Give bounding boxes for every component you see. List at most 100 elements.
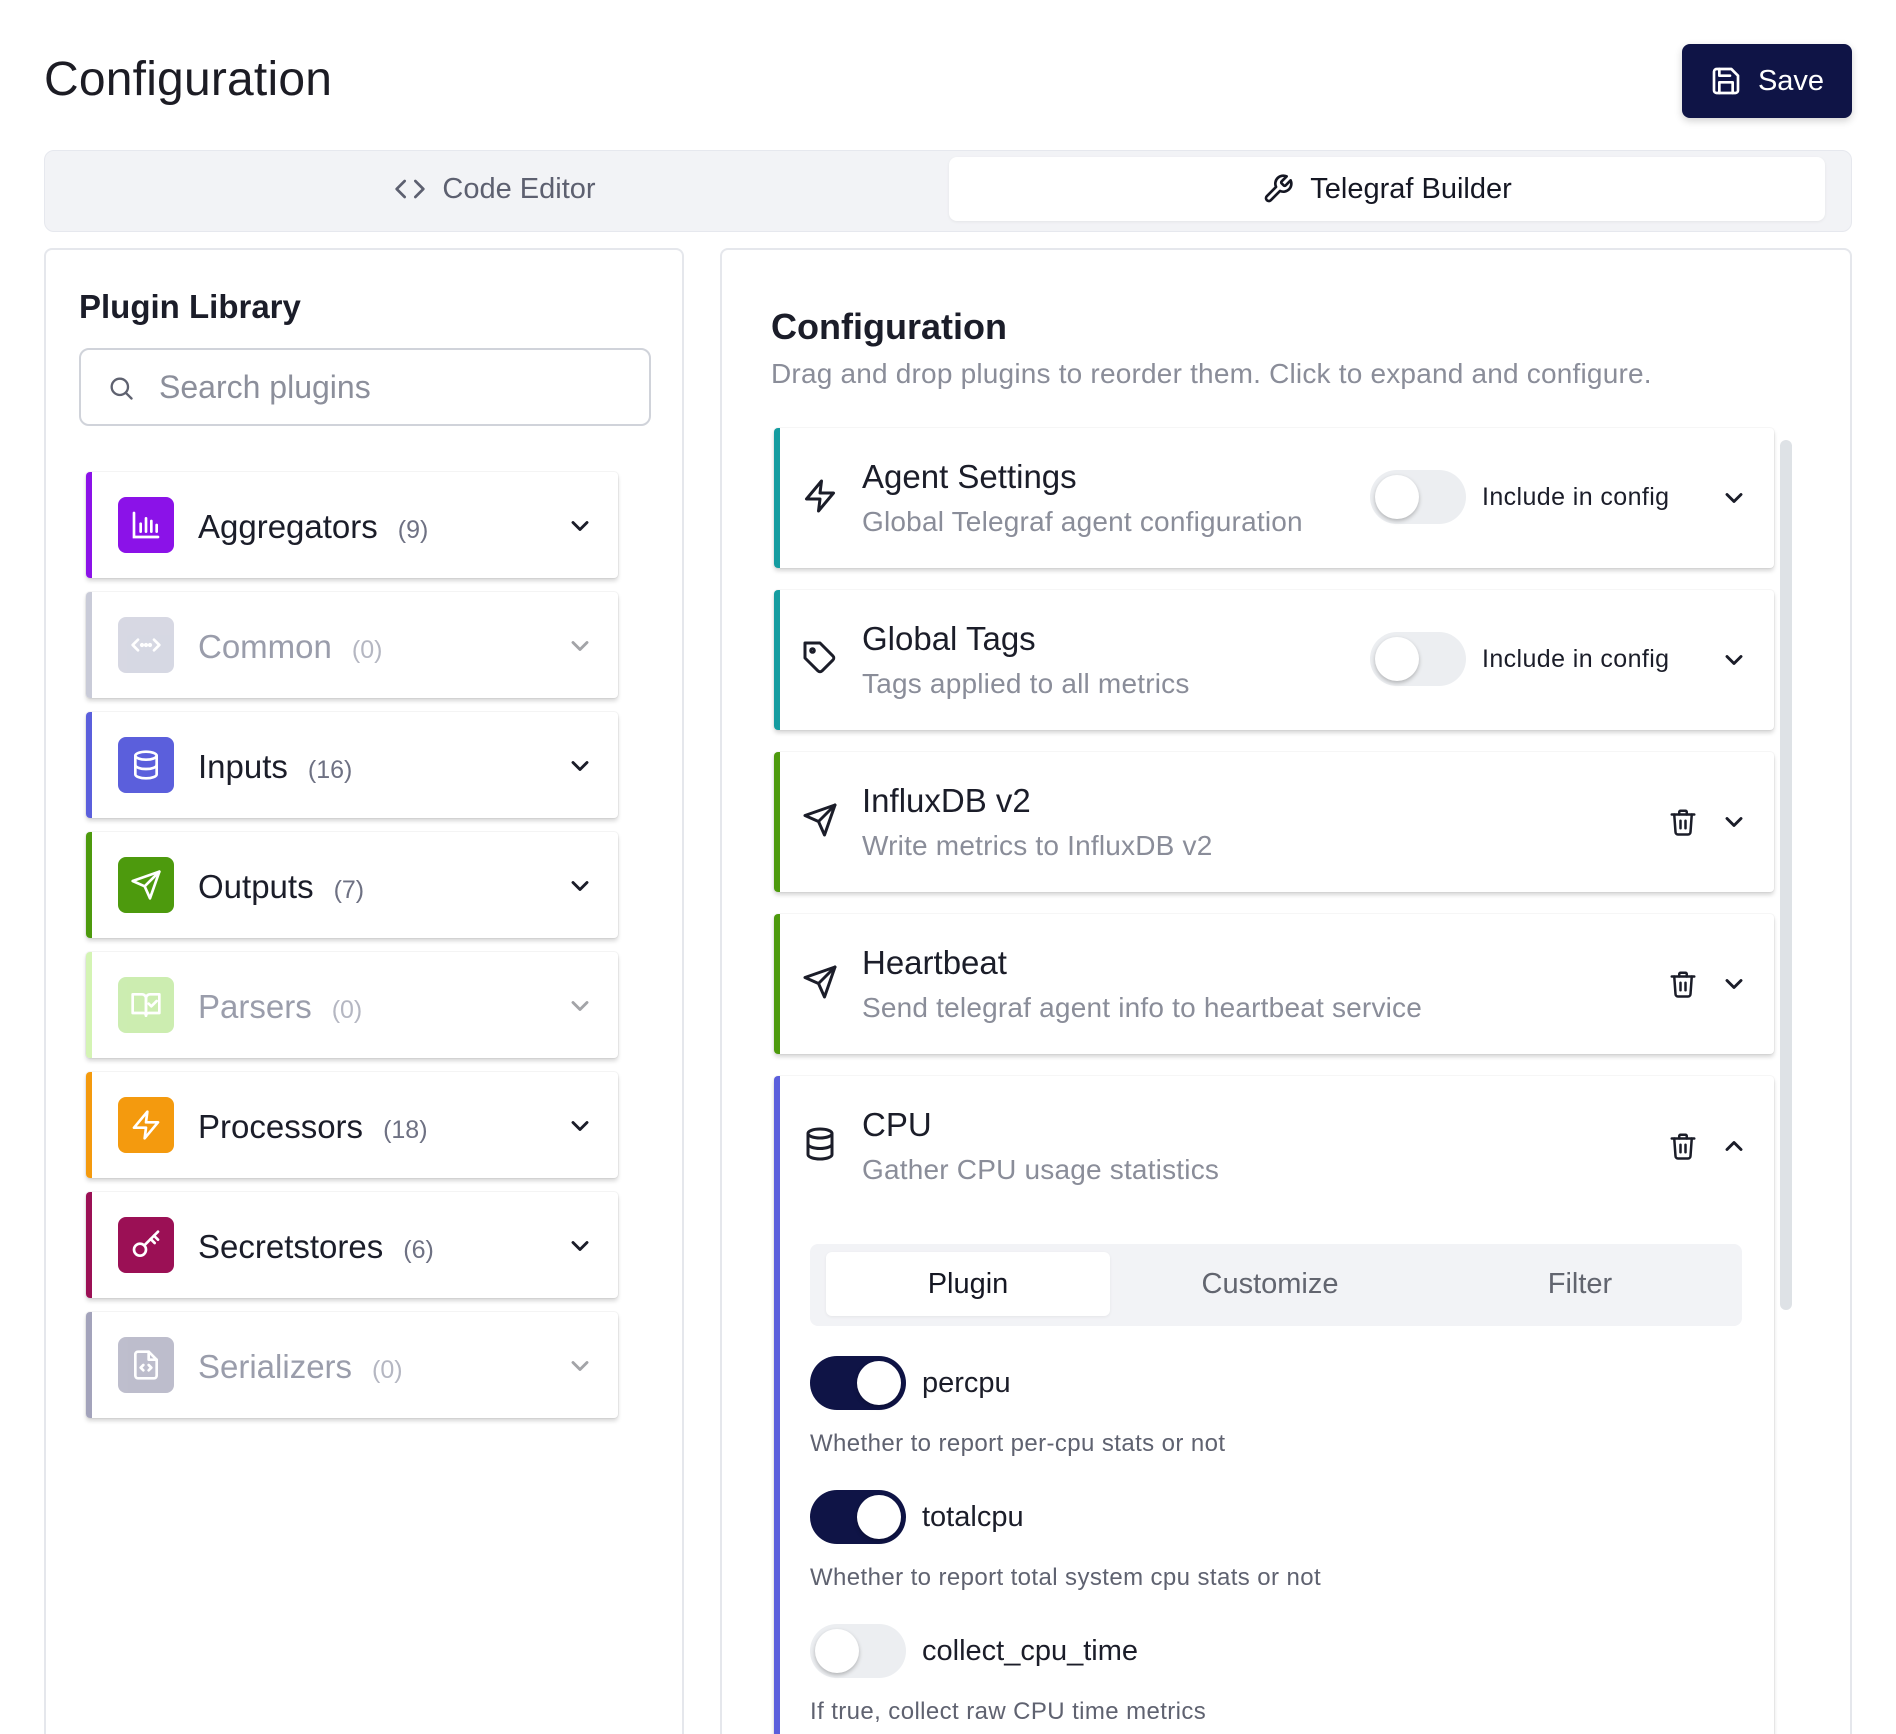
category-count: (9) xyxy=(397,516,429,544)
category-outputs[interactable]: Outputs (7) xyxy=(86,832,618,938)
tab-telegraf-builder[interactable]: Telegraf Builder xyxy=(949,157,1825,221)
toggle-knob xyxy=(1375,475,1419,519)
toggle-knob xyxy=(815,1629,859,1673)
trash-icon[interactable] xyxy=(1668,968,1698,1000)
chevron-down-icon xyxy=(571,1241,589,1251)
tab-code-editor[interactable]: Code Editor xyxy=(53,157,937,221)
save-button[interactable]: Save xyxy=(1682,44,1852,118)
totalcpu-toggle[interactable] xyxy=(810,1490,906,1544)
category-name: Serializers (0) xyxy=(198,1348,403,1385)
tab-telegraf-builder-label: Telegraf Builder xyxy=(1310,172,1512,205)
book-icon xyxy=(118,977,174,1033)
category-parsers[interactable]: Parsers (0) xyxy=(86,952,618,1058)
tab-filter[interactable]: Filter xyxy=(1430,1252,1730,1316)
chevron-down-icon xyxy=(571,1361,589,1371)
chevron-down-icon[interactable] xyxy=(1720,970,1748,998)
category-accent-bar xyxy=(86,1192,92,1298)
plugin-accent-bar xyxy=(774,428,780,568)
include-in-config-toggle[interactable] xyxy=(1370,632,1466,686)
save-button-label: Save xyxy=(1757,64,1825,97)
include-in-config-toggle[interactable] xyxy=(1370,470,1466,524)
category-name: Common (0) xyxy=(198,628,383,665)
database-icon xyxy=(806,1127,834,1161)
include-in-config: Include in config xyxy=(1370,632,1669,686)
chevron-down-icon xyxy=(571,641,589,651)
configuration-title: Configuration xyxy=(771,306,1007,347)
category-serializers[interactable]: Serializers (0) xyxy=(86,1312,618,1418)
plugin-accent-bar xyxy=(774,914,780,1054)
category-common[interactable]: Common (0) xyxy=(86,592,618,698)
chevron-down-icon xyxy=(571,1001,589,1011)
code-icon xyxy=(395,179,426,199)
tag-icon xyxy=(803,641,836,674)
collect-cpu-time-toggle[interactable] xyxy=(810,1624,906,1678)
scrollbar[interactable] xyxy=(1780,440,1792,1310)
plugin-description: Global Telegraf agent configuration xyxy=(862,506,1303,537)
zap-icon xyxy=(805,479,835,513)
option-description: Whether to report per-cpu stats or not xyxy=(810,1430,1226,1457)
percpu-toggle[interactable] xyxy=(810,1356,906,1410)
category-name: Outputs (7) xyxy=(198,868,365,905)
trash-icon[interactable] xyxy=(1668,806,1698,838)
category-count: (16) xyxy=(307,756,353,784)
plugin-title: Heartbeat xyxy=(862,944,1007,981)
category-accent-bar xyxy=(86,952,92,1058)
plugin-accent-bar xyxy=(774,752,780,892)
category-count: (7) xyxy=(333,876,365,904)
category-count: (18) xyxy=(383,1116,428,1144)
toggle-knob xyxy=(857,1495,901,1539)
plugin-card-agent-settings[interactable]: Agent Settings Global Telegraf agent con… xyxy=(774,428,1774,568)
chevron-down-icon[interactable] xyxy=(1720,646,1748,674)
plugin-card-influxdb-v2[interactable]: InfluxDB v2 Write metrics to InfluxDB v2 xyxy=(774,752,1774,892)
trash-icon[interactable] xyxy=(1668,1130,1698,1162)
configuration-panel: Configuration Drag and drop plugins to r… xyxy=(720,248,1852,1734)
category-name: Parsers (0) xyxy=(198,988,363,1025)
include-in-config-label: Include in config xyxy=(1482,482,1670,511)
chevron-down-icon xyxy=(571,521,589,531)
chevron-down-icon[interactable] xyxy=(1720,484,1748,512)
plugin-detail-tabs: Plugin Customize Filter xyxy=(810,1244,1742,1326)
option-collect-cpu-time: collect_cpu_time If true, collect raw CP… xyxy=(810,1624,1206,1725)
plugin-card-global-tags[interactable]: Global Tags Tags applied to all metrics … xyxy=(774,590,1774,730)
category-name: Inputs (16) xyxy=(198,748,353,785)
toggle-knob xyxy=(857,1361,901,1405)
category-name: Processors (18) xyxy=(198,1108,428,1145)
category-accent-bar xyxy=(86,832,92,938)
chevron-down-icon xyxy=(571,1121,589,1131)
option-name: collect_cpu_time xyxy=(922,1634,1138,1667)
category-processors[interactable]: Processors (18) xyxy=(86,1072,618,1178)
save-icon xyxy=(1712,67,1740,95)
zap-icon xyxy=(118,1097,174,1153)
chevron-down-icon xyxy=(571,881,589,891)
chevron-down-icon[interactable] xyxy=(1720,808,1748,836)
option-name: totalcpu xyxy=(922,1500,1024,1533)
option-totalcpu: totalcpu Whether to report total system … xyxy=(810,1490,1321,1591)
wrench-icon xyxy=(1264,174,1293,203)
plugin-card-cpu[interactable]: CPU Gather CPU usage statistics Plugin C… xyxy=(774,1076,1774,1734)
category-count: (0) xyxy=(372,1356,403,1384)
toggle-knob xyxy=(1375,637,1419,681)
bar-chart-icon xyxy=(118,497,174,553)
category-secretstores[interactable]: Secretstores (6) xyxy=(86,1192,618,1298)
tab-customize[interactable]: Customize xyxy=(1120,1252,1420,1316)
search-input[interactable] xyxy=(159,360,639,414)
chevron-down-icon xyxy=(571,761,589,771)
send-icon xyxy=(118,857,174,913)
plugin-library-title: Plugin Library xyxy=(79,288,301,325)
tab-plugin[interactable]: Plugin xyxy=(826,1252,1110,1316)
category-aggregators[interactable]: Aggregators (9) xyxy=(86,472,618,578)
option-description: Whether to report total system cpu stats… xyxy=(810,1564,1322,1591)
category-inputs[interactable]: Inputs (16) xyxy=(86,712,618,818)
category-count: (6) xyxy=(403,1236,434,1264)
plugin-card-heartbeat[interactable]: Heartbeat Send telegraf agent info to he… xyxy=(774,914,1774,1054)
option-percpu: percpu Whether to report per-cpu stats o… xyxy=(810,1356,1225,1457)
mode-tabs: Code Editor Telegraf Builder xyxy=(44,150,1852,232)
database-icon xyxy=(118,737,174,793)
category-accent-bar xyxy=(86,592,92,698)
search-icon xyxy=(110,377,133,400)
send-icon xyxy=(803,965,837,999)
file-code-icon xyxy=(118,1337,174,1393)
plugin-description: Write metrics to InfluxDB v2 xyxy=(862,830,1213,861)
chevron-up-icon[interactable] xyxy=(1720,1132,1748,1160)
option-description: If true, collect raw CPU time metrics xyxy=(810,1698,1207,1725)
